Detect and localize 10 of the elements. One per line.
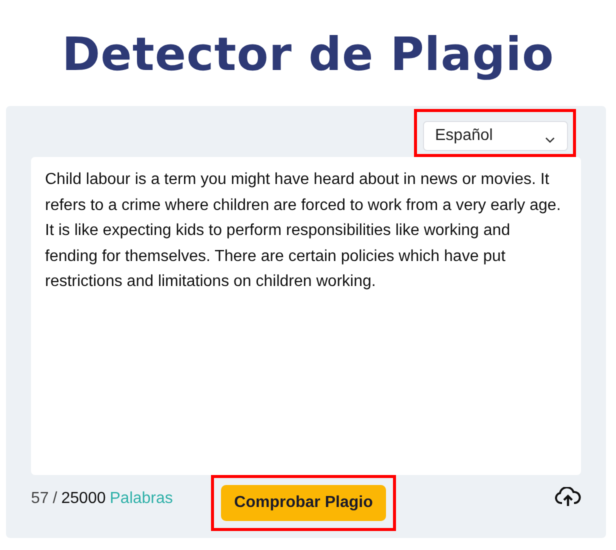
page-title: Detector de Plagio bbox=[60, 26, 556, 82]
text-field[interactable]: Child labour is a term you might have heard about in news or movies. It refers to a crime where children are forced to work from a very early age. It is like expecting kids to perform responsibilities like working and fending for themselves. There are certain policies which have put restrictions and limitations on children working. bbox=[31, 157, 581, 475]
chevron-down-icon bbox=[545, 137, 555, 143]
word-limit: 25000 bbox=[61, 490, 106, 508]
count-separator: / bbox=[52, 490, 58, 508]
language-select[interactable]: Español bbox=[423, 121, 568, 151]
cloud-upload-icon[interactable] bbox=[555, 487, 581, 507]
check-button[interactable]: Comprobar Plagio bbox=[221, 485, 386, 521]
word-count: 57 bbox=[31, 490, 49, 508]
word-unit: Palabras bbox=[110, 490, 173, 508]
